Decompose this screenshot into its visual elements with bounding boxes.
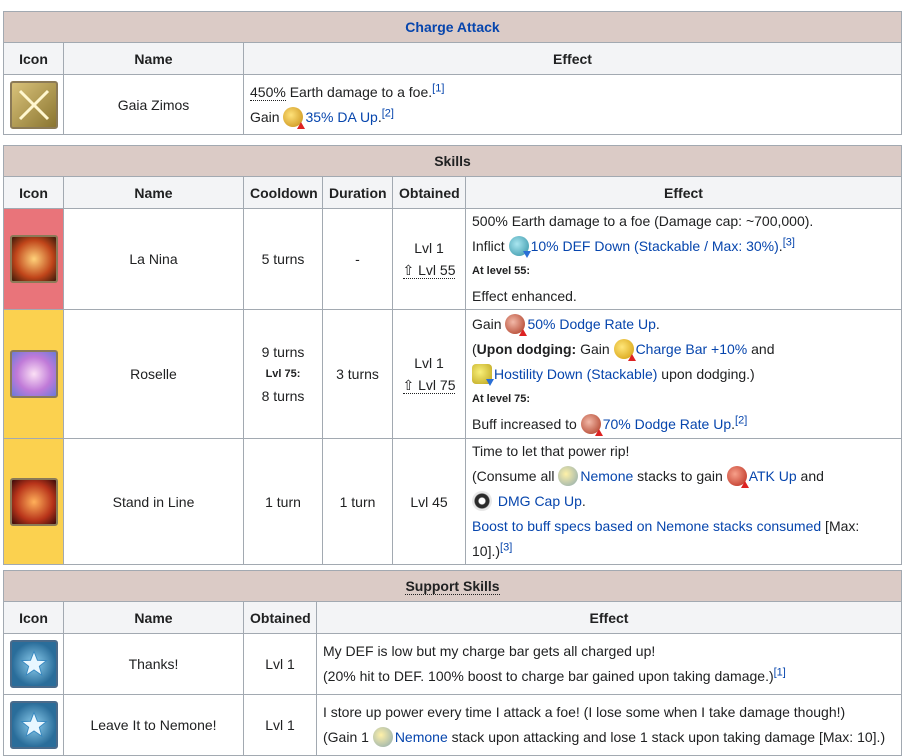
header-effect: Effect [243,42,902,75]
atk-up-icon [726,466,749,488]
skill-duration: - [322,208,393,310]
fighter-skill-icon[interactable] [10,477,58,526]
skill-obtained: Lvl 45 [392,438,466,565]
skill-duration: 3 turns [322,309,393,439]
ref-link[interactable]: [1] [432,82,444,94]
charge-attack-table: Charge Attack Icon Name Effect Gaia Zimo… [3,11,902,135]
table-row: Stand in Line 1 turn 1 turn Lvl 45 Time … [3,438,902,565]
charge-attack-effect: 450% Earth damage to a foe.[1] Gain 35% … [243,74,902,135]
header-effect: Effect [316,601,902,634]
crossed-swords-icon[interactable] [10,80,58,129]
dodge-up-icon [580,413,603,436]
table-row: Gaia Zimos 450% Earth damage to a foe.[1… [3,74,902,135]
skill-name: La Nina [63,208,244,310]
table-row: Roselle 9 turns Lvl 75: 8 turns 3 turns … [3,309,902,439]
dmg-cap-icon [472,491,492,511]
skills-title: Skills [3,145,902,177]
ref-link[interactable]: [1] [774,666,786,678]
header-icon: Icon [3,176,64,209]
nemone-link[interactable]: Nemone [580,468,633,484]
dodge-up-link[interactable]: 70% Dodge Rate Up [603,416,731,432]
da-up-icon [283,106,306,129]
dodge-up-link[interactable]: 50% Dodge Rate Up [527,316,655,332]
support-name: Leave It to Nemone! [63,694,244,756]
hostility-down-link[interactable]: Hostility Down (Stackable) [494,366,657,382]
skill-cooldown: 9 turns Lvl 75: 8 turns [243,309,323,439]
support-obtained: Lvl 1 [243,633,317,695]
flower-skill-icon[interactable] [10,350,58,398]
table-row: Leave It to Nemone! Lvl 1 I store up pow… [3,694,902,756]
support-skills-table: Support Skills Icon Name Obtained Effect… [3,570,902,756]
header-icon: Icon [3,42,64,75]
skill-obtained: Lvl 1 ⇧ Lvl 55 [392,208,466,310]
skill-effect: Gain 50% Dodge Rate Up. (Upon dodging: G… [465,309,902,439]
skill-effect: Time to let that power rip! (Consume all… [465,438,902,565]
table-row: Thanks! Lvl 1 My DEF is low but my charg… [3,633,902,695]
table-row: La Nina 5 turns - Lvl 1 ⇧ Lvl 55 500% Ea… [3,208,902,310]
skill-cooldown: 5 turns [243,208,323,310]
star-icon[interactable] [10,640,58,688]
support-effect: My DEF is low but my charge bar gets all… [316,633,902,695]
ref-link[interactable]: [2] [735,414,747,426]
def-down-link[interactable]: 10% DEF Down (Stackable / Max: 30%) [531,238,779,254]
nemone-icon [558,466,579,486]
upgrade-level[interactable]: ⇧ Lvl 75 [402,377,456,394]
da-up-link[interactable]: 35% DA Up [305,109,377,125]
header-obtained: Obtained [243,601,317,634]
star-icon[interactable] [10,701,58,749]
support-obtained: Lvl 1 [243,694,317,756]
support-effect: I store up power every time I attack a f… [316,694,902,756]
dmg-cap-link[interactable]: DMG Cap Up [498,493,582,509]
support-skills-title[interactable]: Support Skills [3,570,902,602]
header-obtained: Obtained [392,176,466,209]
skill-duration: 1 turn [322,438,393,565]
ref-link[interactable]: [3] [500,541,512,553]
hostility-down-icon [472,363,494,386]
skill-name: Roselle [63,309,244,439]
charge-attack-title[interactable]: Charge Attack [3,11,902,43]
support-name: Thanks! [63,633,244,695]
ref-link[interactable]: [2] [382,107,394,119]
skills-table: Skills Icon Name Cooldown Duration Obtai… [3,145,902,565]
header-cooldown: Cooldown [243,176,323,209]
nemone-icon [372,727,393,747]
nemone-link[interactable]: Nemone [395,729,448,745]
boost-specs-link[interactable]: Boost to buff specs based on Nemone stac… [472,518,821,534]
skill-effect: 500% Earth damage to a foe (Damage cap: … [465,208,902,310]
header-name: Name [63,42,244,75]
dodge-up-icon [505,313,528,336]
header-name: Name [63,176,244,209]
skill-name: Stand in Line [63,438,244,565]
header-effect: Effect [465,176,902,209]
header-name: Name [63,601,244,634]
atk-up-link[interactable]: ATK Up [749,468,797,484]
charge-bar-icon [613,338,636,361]
skill-cooldown: 1 turn [243,438,323,565]
ref-link[interactable]: [3] [783,236,795,248]
charge-attack-name: Gaia Zimos [63,74,244,135]
charge-bar-link[interactable]: Charge Bar +10% [636,341,748,357]
skill-obtained: Lvl 1 ⇧ Lvl 75 [392,309,466,439]
upgrade-level[interactable]: ⇧ Lvl 55 [402,262,456,279]
damage-percent[interactable]: 450% [250,83,286,101]
burst-skill-icon[interactable] [10,235,58,283]
def-down-icon [508,236,531,258]
header-duration: Duration [322,176,393,209]
header-icon: Icon [3,601,64,634]
